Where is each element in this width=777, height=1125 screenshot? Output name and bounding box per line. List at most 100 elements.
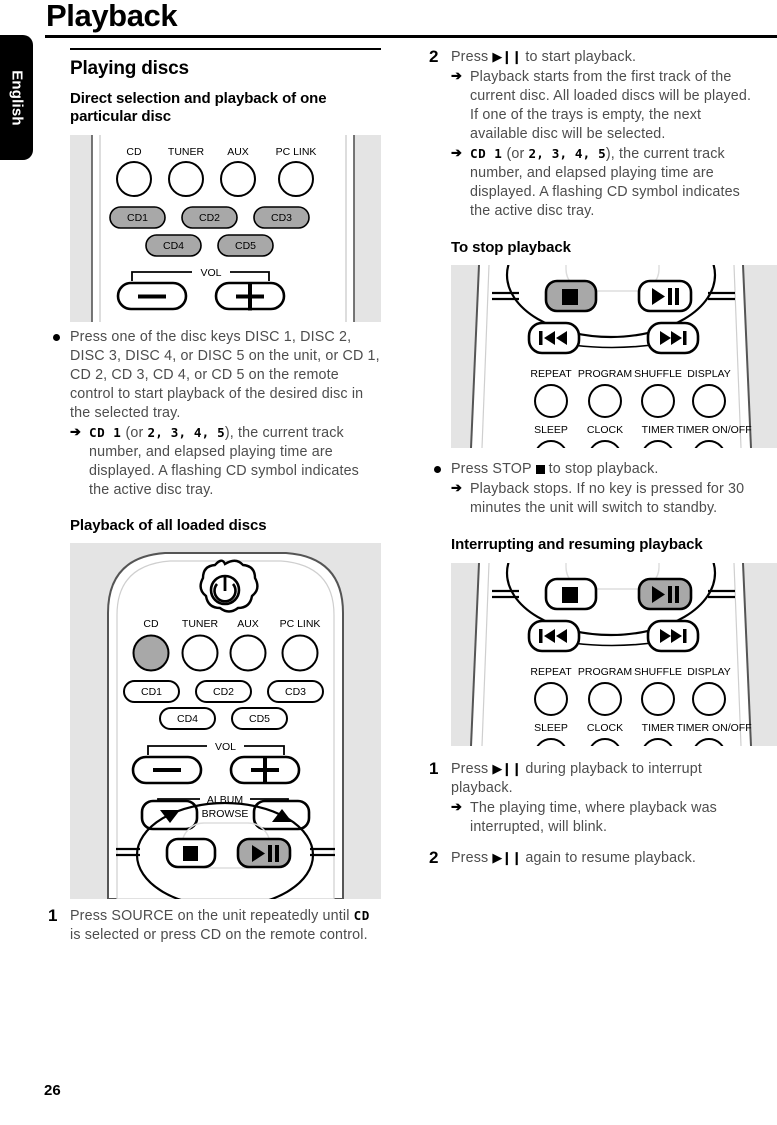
label-program: PROGRAM [578,666,632,678]
play-pause-glyph-icon: ▶❙❙ [492,49,522,64]
display-readout-numbers: 2, 3, 4, 5 [528,146,606,161]
repeat-button [534,384,568,419]
stop-glyph-icon [535,465,545,475]
header-rule [45,35,777,38]
display-readout-cd1: CD 1 [89,424,122,440]
play-pause-glyph-icon: ▶❙❙ [492,760,522,776]
bullet-dot-icon [53,333,60,341]
arrow-text: Playback starts from the first track of … [470,69,752,142]
source-key-aux [220,160,256,197]
label-clock: CLOCK [587,424,623,436]
arrow-text-mid: (or [121,424,148,441]
left-column: Playing discs Direct selection and playb… [44,48,381,945]
step-number: 1 [48,905,58,925]
step-number: 1 [429,758,439,778]
figure-remote-transport-play: REPEAT PROGRAM SHUFFLE DISPLAY SLEEP CLO… [451,562,777,746]
label-repeat: REPEAT [530,666,572,678]
display-button [692,681,726,716]
svg-text:CD1: CD1 [127,212,148,224]
arrow-icon: ➔ [451,145,462,160]
arrow-text-mid: (or [502,146,529,162]
arrow-note: ➔ CD 1 (or 2, 3, 4, 5), the current trac… [70,424,381,500]
figure2-label-pc-link: PC LINK [280,618,321,630]
figure-label-aux: AUX [227,146,249,158]
figure-label-cd: CD [126,146,142,158]
display-readout-cd1: CD 1 [470,146,503,161]
source-key-pc-link [281,634,319,672]
language-tab-label: English [8,69,25,126]
label-display: DISPLAY [687,666,731,678]
source-key-aux [229,634,267,672]
browse-label: BROWSE [202,808,249,820]
label-sleep: SLEEP [534,424,568,436]
vol-label: VOL [200,267,221,279]
label-shuffle: SHUFFLE [634,368,682,380]
bullet-press-stop: Press STOP to stop playback. ➔ Playback … [425,460,762,518]
step-text-a: Press [451,849,493,866]
section-heading-playing-discs: Playing discs [70,58,189,79]
arrow-icon: ➔ [451,798,462,814]
program-button [588,681,622,716]
step-text-b: to start playback. [521,49,637,65]
label-repeat: REPEAT [530,368,572,380]
label-program: PROGRAM [578,368,632,380]
label-timer: TIMER [642,424,675,436]
bullet-press-disc-keys: Press one of the disc keys DISC 1, DISC … [44,328,381,500]
stop-icon [183,845,198,861]
svg-text:CD5: CD5 [235,240,256,252]
arrow-text: The playing time, where playback was int… [470,799,717,835]
power-icon [199,559,259,613]
section-rule [70,48,381,50]
figure2-label-tuner: TUNER [182,618,219,630]
step-press-source: 1 Press SOURCE on the unit repeatedly un… [44,905,381,945]
bullet-text: Press one of the disc keys DISC 1, DISC … [70,328,380,421]
label-clock: CLOCK [587,722,623,734]
source-key-pc-link [278,160,314,197]
page-title: Playback [46,0,178,33]
page-number: 26 [44,1082,61,1099]
label-timer-on-off: TIMER ON/OFF [676,722,751,734]
stop-icon [562,289,578,306]
bullet-dot-icon [434,466,441,474]
repeat-button [534,681,568,716]
arrow-note-blink: ➔ The playing time, where playback was i… [451,799,762,837]
right-column: 2 Press ▶❙❙ to start playback. ➔ Playbac… [425,47,777,868]
step-text-b: again to resume playback. [521,849,696,866]
svg-text:CD2: CD2 [213,686,234,698]
svg-text:CD3: CD3 [285,686,306,698]
label-timer-on-off: TIMER ON/OFF [676,424,751,436]
figure-label-pc-link: PC LINK [276,146,317,158]
step-text-a: Press [451,49,493,65]
step-interrupt-playback: 1 Press ▶❙❙ during playback to interrupt… [425,758,762,837]
step-text-b: is selected or press CD on the remote co… [70,926,368,943]
label-display: DISPLAY [687,368,731,380]
figure-remote-transport-stop: REPEAT PROGRAM SHUFFLE DISPLAY SLEEP CLO… [451,265,777,449]
arrow-note-standby: ➔ Playback stops. If no key is pressed f… [451,480,762,518]
bullet-text-a: Press STOP [451,461,536,478]
play-pause-glyph-icon: ▶❙❙ [492,849,522,865]
arrow-note-display-readout: ➔ CD 1 (or 2, 3, 4, 5), the current trac… [451,145,762,221]
source-key-tuner [181,634,219,672]
figure2-label-cd: CD [143,618,159,630]
figure2-label-aux: AUX [237,618,259,630]
arrow-text: Playback stops. If no key is pressed for… [470,481,745,517]
arrow-icon: ➔ [70,423,81,439]
shuffle-button [641,384,675,419]
play-pause-button-highlighted [637,577,693,610]
svg-text:CD4: CD4 [177,713,198,725]
label-timer: TIMER [642,722,675,734]
stop-icon [562,586,578,603]
display-button [692,384,726,419]
step-number: 2 [429,847,439,867]
step-text-a: Press [451,760,493,777]
source-key-cd-selected [132,634,170,672]
subheading-direct-selection: Direct selection and playback of one par… [70,90,327,126]
svg-text:CD2: CD2 [199,212,220,224]
step-press-play: 2 Press ▶❙❙ to start playback. ➔ Playbac… [425,47,762,221]
figure-front-panel-source-keys: CD TUNER AUX PC LINK CD1 CD2 CD3 CD4 CD5… [70,134,381,322]
play-pause-button [637,279,693,313]
svg-text:CD4: CD4 [163,240,184,252]
bullet-text-b: to stop playback. [544,461,659,478]
step-text-a: Press SOURCE on the unit repeatedly unti… [70,907,354,924]
arrow-note-playback-start: ➔ Playback starts from the first track o… [451,68,762,144]
